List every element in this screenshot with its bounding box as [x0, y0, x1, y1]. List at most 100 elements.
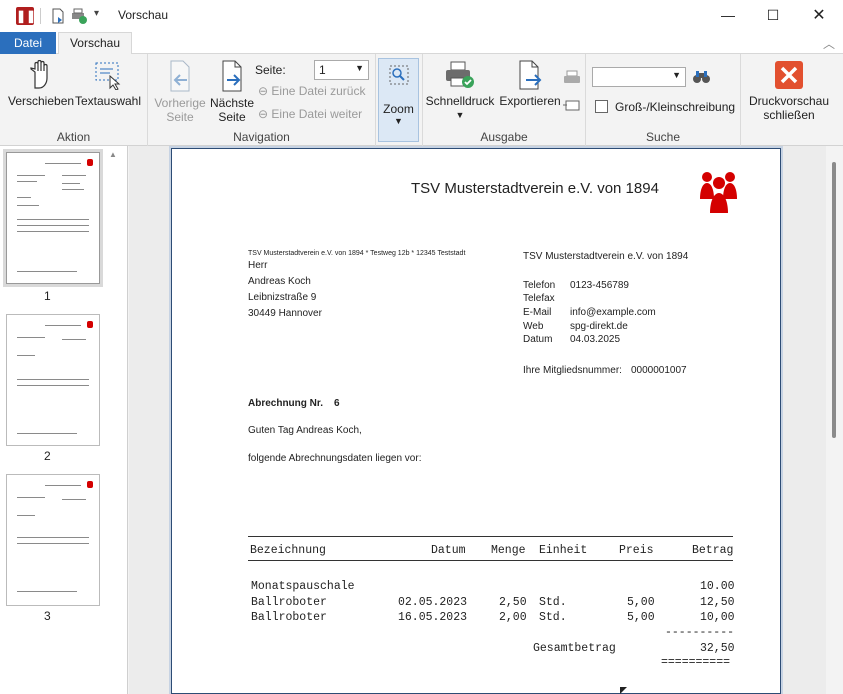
close-preview-label-2: schließen	[763, 108, 815, 122]
sender-line: TSV Musterstadtverein e.V. von 1894 * Te…	[248, 250, 466, 257]
club-logo-icon	[700, 172, 737, 213]
row3-date: 16.05.2023	[398, 611, 468, 624]
col-header-amount: Betrag	[692, 544, 734, 557]
arrow-left-circle-icon: ⊖	[258, 84, 269, 98]
scroll-up-icon[interactable]: ▲	[109, 150, 117, 159]
mouse-cursor-icon	[620, 687, 627, 694]
thumb-line	[17, 355, 35, 356]
minimize-button[interactable]: —	[705, 0, 751, 32]
hand-icon	[30, 60, 48, 89]
maximize-button[interactable]: ☐	[750, 0, 796, 32]
document-scrollbar[interactable]	[826, 146, 843, 694]
close-preview-label-1: Druckvorschau	[748, 94, 830, 108]
thumbnail-label-2: 2	[44, 449, 51, 463]
export-button[interactable]: Exportieren	[497, 60, 563, 108]
thumb-line	[62, 339, 86, 340]
close-preview-button[interactable]: Druckvorschau schließen	[744, 60, 834, 122]
title-bar: ❚❚ ▾ Vorschau — ☐ ✕	[0, 0, 843, 32]
row3-price: 5,00	[627, 611, 655, 624]
table-top-rule	[248, 536, 733, 537]
zoom-label: Zoom	[383, 102, 414, 116]
export-icon	[519, 60, 542, 90]
row3-amount: 10,00	[700, 611, 735, 624]
thumbnail-page-2[interactable]	[6, 314, 100, 446]
greeting: Guten Tag Andreas Koch,	[248, 425, 362, 436]
thumb-line	[17, 543, 89, 544]
thumb-line	[17, 591, 77, 592]
case-sensitive-label: Groß-/Kleinschreibung	[615, 100, 736, 114]
thumb-logo-icon	[87, 481, 93, 488]
group-label-output: Ausgabe	[480, 130, 528, 144]
text-select-icon	[95, 62, 121, 90]
thumbnail-scrollbar[interactable]: ▲	[106, 146, 122, 694]
case-sensitive-checkbox[interactable]	[595, 100, 608, 113]
row2-qty: 2,50	[499, 596, 527, 609]
printer-check-icon	[446, 61, 474, 88]
prev-page-label-1: Vorherige	[154, 96, 206, 110]
page-select-value: 1	[319, 63, 326, 77]
thumb-line	[17, 231, 89, 232]
close-window-button[interactable]: ✕	[796, 0, 842, 32]
next-page-label-1: Nächste	[209, 96, 255, 110]
page-select[interactable]: 1 ▼	[314, 60, 369, 80]
row1-amount: 10.00	[700, 580, 735, 593]
thumb-line	[17, 433, 77, 434]
arrow-right-circle-icon: ⊖	[258, 107, 269, 121]
window-title: Vorschau	[118, 8, 169, 22]
thumbnail-page-3[interactable]	[6, 474, 100, 606]
quickprint-chevron-icon: ▼	[455, 110, 465, 120]
scrollbar-thumb[interactable]	[832, 162, 836, 438]
prev-page-button[interactable]: Vorherige Seite	[152, 60, 208, 124]
send-mail-icon[interactable]	[563, 98, 581, 112]
text-select-label: Textauswahl	[74, 94, 142, 108]
new-document-icon[interactable]	[50, 8, 66, 24]
phone-label: Telefon	[523, 280, 556, 291]
next-page-icon	[222, 60, 242, 92]
col-header-unit: Einheit	[539, 544, 588, 557]
intro-text: folgende Abrechnungsdaten liegen vor:	[248, 453, 422, 464]
quickprint-button[interactable]: Schnelldruck ▼	[425, 60, 495, 122]
col-header-qty: Menge	[491, 544, 526, 557]
thumb-line	[45, 325, 81, 326]
group-label-navigation: Navigation	[233, 130, 290, 144]
close-red-icon	[775, 61, 803, 89]
zoom-button[interactable]: Zoom ▼	[378, 58, 419, 142]
thumb-line	[17, 197, 31, 198]
prev-page-icon	[170, 60, 190, 92]
billing-number: 6	[334, 398, 340, 409]
member-number: 0000001007	[631, 365, 687, 376]
text-select-button[interactable]: Textauswahl	[74, 60, 142, 108]
zoom-icon	[389, 65, 409, 85]
collapse-ribbon-icon[interactable]: ︿	[823, 35, 835, 52]
chevron-down-icon: ▼	[355, 63, 364, 73]
thumb-line	[17, 205, 39, 206]
binoculars-icon[interactable]	[692, 70, 712, 84]
row2-price: 5,00	[627, 596, 655, 609]
thumbnail-page-1[interactable]	[6, 152, 100, 284]
next-page-button[interactable]: Nächste Seite	[206, 60, 258, 124]
thumbnail-label-3: 3	[44, 609, 51, 623]
file-forward-label: Eine Datei weiter	[271, 107, 363, 121]
file-back-button[interactable]: ⊖ Eine Datei zurück	[258, 84, 365, 98]
thumb-line	[45, 163, 81, 164]
member-label: Ihre Mitgliedsnummer:	[523, 365, 622, 376]
search-input[interactable]: ▼	[592, 67, 686, 87]
row2-amount: 12,50	[700, 596, 735, 609]
file-forward-button[interactable]: ⊖ Eine Datei weiter	[258, 107, 362, 121]
tab-preview[interactable]: Vorschau	[58, 32, 132, 55]
col-header-price: Preis	[619, 544, 654, 557]
print-check-icon[interactable]	[70, 8, 88, 24]
row2-desc: Ballroboter	[251, 596, 327, 609]
fax-label: Telefax	[523, 293, 555, 304]
thumb-line	[62, 175, 86, 176]
row1-desc: Monatspauschale	[251, 580, 355, 593]
total-amount: 32,50	[700, 642, 735, 655]
email-value: info@example.com	[570, 307, 656, 318]
move-label: Verschieben	[8, 94, 75, 108]
quick-access-dropdown-icon[interactable]: ▾	[94, 8, 99, 19]
print-small-icon[interactable]	[563, 70, 581, 86]
recipient-salutation: Herr	[248, 260, 268, 271]
tab-file[interactable]: Datei	[0, 32, 56, 54]
move-button[interactable]: Verschieben	[8, 60, 75, 108]
billing-label: Abrechnung Nr.	[248, 398, 324, 409]
